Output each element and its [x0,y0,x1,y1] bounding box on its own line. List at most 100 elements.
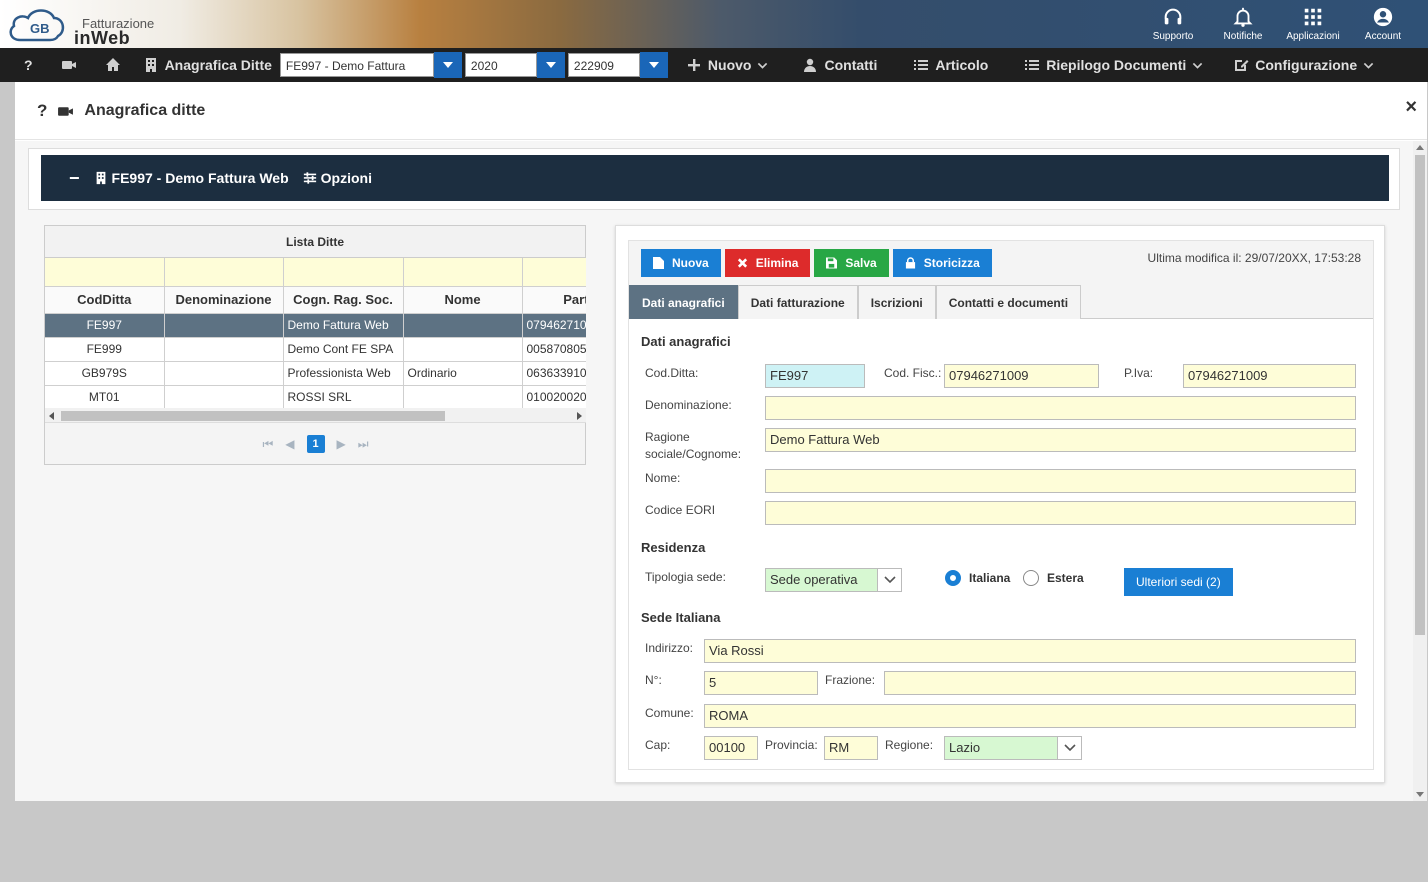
tab-contatti-documenti[interactable]: Contatti e documenti [935,285,1082,319]
regione-select[interactable]: Lazio [944,736,1082,760]
salva-button[interactable]: Salva [814,249,889,277]
column-header[interactable]: Partita [522,286,586,314]
horizontal-scrollbar[interactable] [45,408,586,423]
tab-dati-anagrafici[interactable]: Dati anagrafici [629,285,738,319]
tab-iscrizioni[interactable]: Iscrizioni [857,285,936,319]
video-button[interactable] [43,48,95,82]
scroll-right-icon[interactable] [577,412,582,420]
modal-title: ? Anagrafica ditte [37,101,205,121]
nuova-button[interactable]: Nuova [641,249,721,277]
filter-cell[interactable] [164,258,284,287]
radio-italiana-label: Italiana [969,571,1011,585]
nome-field[interactable] [765,469,1356,493]
detail-tabs: Dati anagrafici Dati fatturazione Iscriz… [629,285,1373,319]
elimina-button[interactable]: Elimina [724,249,811,277]
app-logo[interactable]: GB Fatturazione inWeb [6,4,156,48]
code-select[interactable]: 222909 [567,52,668,78]
prev-page-icon[interactable]: ◀ [285,437,294,451]
articolo-nav[interactable]: Articolo [901,48,1000,82]
ragione-sociale-field[interactable]: Demo Fattura Web [765,428,1356,452]
radio-checked-icon [945,570,961,586]
page-1-button[interactable]: 1 [306,435,325,453]
home-button[interactable] [95,48,131,82]
scroll-up-icon[interactable] [1416,145,1424,150]
chevron-down-icon[interactable] [877,569,901,591]
filter-cell[interactable] [283,258,404,287]
comune-label: Comune: [645,706,694,720]
indirizzo-field[interactable]: Via Rossi [704,639,1356,663]
chevron-down-icon[interactable] [433,52,462,78]
help-button[interactable]: ? [0,48,43,82]
radio-estera[interactable]: Estera [1023,570,1084,586]
scrollbar-thumb[interactable] [61,411,445,421]
anagrafica-ditte-nav[interactable]: Anagrafica Ditte [131,48,278,82]
regione-label: Regione: [885,738,934,752]
table-row[interactable]: FE999 Demo Cont FE SPA 00587080541 [45,337,586,362]
column-header[interactable]: Nome [403,286,523,314]
home-icon [105,58,120,71]
numero-field[interactable]: 5 [704,671,818,695]
applications-button[interactable]: Applicazioni [1278,0,1348,48]
logo-badge: GB [30,21,50,36]
year-select[interactable]: 2020 [464,52,565,78]
nuovo-label: Nuovo [707,57,752,73]
eori-field[interactable] [765,501,1356,525]
column-header[interactable]: Denominazione [164,286,284,314]
vertical-scrollbar[interactable] [1413,141,1427,801]
ragione-label-2: sociale/Cognome: [645,447,742,461]
cell-piva: 06363391001 [522,361,586,386]
notifications-label: Notifiche [1223,31,1263,42]
cell-piva: 00587080541 [522,337,586,362]
chevron-down-icon[interactable] [639,52,668,78]
configurazione-menu[interactable]: Configurazione [1221,48,1386,82]
column-header[interactable]: CodDitta [45,286,165,314]
contatti-label: Contatti [824,57,878,73]
piva-field[interactable]: 07946271009 [1183,364,1356,388]
column-header[interactable]: Cogn. Rag. Soc. [283,286,404,314]
support-button[interactable]: Supporto [1138,0,1208,48]
table-row[interactable]: GB979S Professionista Web Ordinario 0636… [45,361,586,386]
chevron-down-icon[interactable] [1057,737,1081,759]
filter-row [45,258,586,287]
company-select[interactable]: FE997 - Demo Fattura Web [279,52,462,97]
last-page-icon[interactable]: ⏭ [358,437,369,452]
account-button[interactable]: Account [1348,0,1418,48]
regione-value: Lazio [949,740,981,755]
scrollbar-thumb[interactable] [1415,155,1425,635]
cod-ditta-field[interactable]: FE997 [765,364,865,388]
background-left [0,82,15,882]
storicizza-button[interactable]: Storicizza [892,249,992,277]
denominazione-field[interactable] [765,396,1356,420]
frazione-field[interactable] [884,671,1356,695]
provincia-field[interactable]: RM [824,736,878,760]
filter-cell[interactable] [522,258,586,287]
first-page-icon[interactable]: ⏮ [262,437,273,452]
opzioni-button[interactable]: Opzioni [303,170,372,186]
filter-cell[interactable] [403,258,523,287]
next-page-icon[interactable]: ▶ [337,437,346,451]
chevron-down-icon[interactable] [536,52,565,78]
riepilogo-documenti-menu[interactable]: Riepilogo Documenti [1012,48,1215,82]
scroll-left-icon[interactable] [49,412,54,420]
table-row[interactable]: FE997 Demo Fattura Web 07946271009 [45,313,586,338]
close-icon[interactable]: × [1405,96,1417,119]
comune-field[interactable]: ROMA [704,704,1356,728]
collapse-button[interactable]: − [69,168,80,189]
cap-field[interactable]: 00100 [704,736,758,760]
notifications-button[interactable]: Notifiche [1208,0,1278,48]
modal-help-button[interactable]: ? [37,101,47,121]
scroll-down-icon[interactable] [1416,792,1424,797]
chevron-down-icon [1363,62,1374,69]
ulteriori-sedi-button[interactable]: Ulteriori sedi (2) [1124,568,1233,596]
filter-cell[interactable] [45,258,165,287]
tipologia-select[interactable]: Sede operativa [765,568,902,592]
cod-fisc-field[interactable]: 07946271009 [944,364,1099,388]
radio-italiana[interactable]: Italiana [945,570,1010,586]
video-camera-icon[interactable] [57,103,74,120]
nuovo-menu[interactable]: Nuovo [674,48,781,82]
table-row[interactable]: MT01 ROSSI SRL 01002002041 [45,385,586,408]
tab-dati-fatturazione[interactable]: Dati fatturazione [737,285,858,319]
list-icon [914,60,929,70]
building-icon [145,58,156,72]
contatti-nav[interactable]: Contatti [790,48,889,82]
